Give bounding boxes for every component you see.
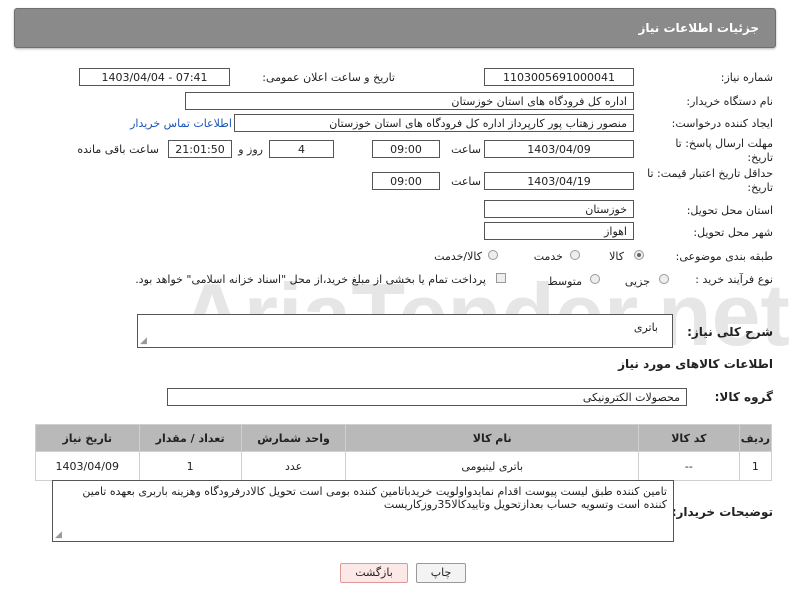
col-header-row-number: ردیف (738, 424, 773, 452)
process-radio-minor[interactable] (659, 274, 669, 284)
cell-unit: عدد (240, 451, 347, 481)
province-field: خوزستان (484, 200, 634, 218)
goods-group-field: محصولات الکترونیکی (167, 388, 687, 406)
goods-group-label: گروه کالا: (714, 390, 773, 404)
goods-table: ردیف کد کالا نام کالا واحد شمارش تعداد /… (35, 424, 773, 481)
buyer-notes-label: توضیحات خریدار: (671, 505, 773, 519)
process-label: نوع فرآیند خرید : (695, 273, 773, 286)
cell-goods-code: -- (638, 451, 740, 481)
announce-date-label: تاریخ و ساعت اعلان عمومی: (262, 71, 395, 84)
deadline-label: مهلت ارسال پاسخ: تا تاریخ: (675, 137, 773, 164)
category-label: طبقه بندی موضوعی: (675, 250, 773, 263)
category-option-goods: کالا (609, 250, 624, 263)
announce-date-field: 1403/04/04 - 07:41 (79, 68, 230, 86)
resize-grip-icon: ◢ (55, 530, 62, 540)
need-number-field: 1103005691000041 (484, 68, 634, 86)
buyer-notes-value: تامین کننده طبق لیست پیوست اقدام نمایدوا… (82, 485, 667, 511)
buyer-contact-link[interactable]: اطلاعات تماس خریدار (130, 117, 232, 130)
table-row: 1 -- باتری لیتیومی عدد 1 1403/04/09 (35, 451, 773, 481)
province-label: استان محل تحویل: (686, 204, 773, 217)
process-option-medium: متوسط (547, 275, 582, 288)
remaining-time-label: ساعت باقی مانده (77, 143, 159, 156)
city-label: شهر محل تحویل: (693, 226, 773, 239)
validity-label: حداقل تاریخ اعتبار قیمت: تا تاریخ: (647, 167, 773, 194)
deadline-date-field: 1403/04/09 (484, 140, 634, 158)
cell-need-date: 1403/04/09 (35, 451, 140, 481)
col-header-unit: واحد شمارش (240, 424, 347, 452)
deadline-time-label: ساعت (451, 143, 481, 156)
creator-field: منصور زهتاب پور کارپرداز اداره کل فرودگا… (234, 114, 634, 132)
resize-grip-icon: ◢ (140, 336, 147, 346)
payment-note: پرداخت تمام یا بخشی از مبلغ خرید،از محل … (135, 273, 486, 286)
description-value: باتری (633, 321, 658, 334)
validity-date-field: 1403/04/19 (484, 172, 634, 190)
col-header-need-date: تاریخ نیاز (35, 424, 140, 452)
remaining-time-field: 21:01:50 (168, 140, 232, 158)
category-option-service: خدمت (533, 250, 563, 263)
col-header-goods-code: کد کالا (638, 424, 740, 452)
payment-treasury-checkbox[interactable] (496, 273, 506, 283)
cell-goods-name: باتری لیتیومی (345, 451, 639, 481)
table-header-row: ردیف کد کالا نام کالا واحد شمارش تعداد /… (35, 424, 773, 452)
process-option-minor: جزیی (624, 275, 650, 288)
city-field: اهواز (484, 222, 634, 240)
validity-time-field: 09:00 (372, 172, 440, 190)
buyer-org-field: اداره کل فرودگاه های استان خوزستان (185, 92, 634, 110)
process-radio-medium[interactable] (590, 274, 600, 284)
need-number-label: شماره نیاز: (720, 71, 773, 84)
page-header: جزئیات اطلاعات نیاز (14, 8, 776, 48)
description-textarea[interactable]: باتری ◢ (137, 314, 673, 348)
days-remaining-field: 4 (269, 140, 334, 158)
category-option-goods-service: کالا/خدمت (434, 250, 482, 263)
back-button[interactable]: بازگشت (340, 563, 408, 583)
category-radio-goods-service[interactable] (488, 250, 498, 260)
deadline-time-field: 09:00 (372, 140, 440, 158)
cell-quantity: 1 (138, 451, 242, 481)
buyer-org-label: نام دستگاه خریدار: (686, 95, 773, 108)
buyer-notes-textarea[interactable]: تامین کننده طبق لیست پیوست اقدام نمایدوا… (52, 480, 674, 542)
validity-time-label: ساعت (451, 175, 481, 188)
goods-section-title: اطلاعات کالاهای مورد نیاز (618, 357, 773, 371)
col-header-quantity: تعداد / مقدار (138, 424, 242, 452)
description-label: شرح کلی نیاز: (687, 325, 773, 339)
col-header-goods-name: نام کالا (345, 424, 639, 452)
creator-label: ایجاد کننده درخواست: (671, 117, 773, 130)
page-title: جزئیات اطلاعات نیاز (638, 21, 759, 35)
days-label: روز و (238, 143, 263, 156)
category-radio-service[interactable] (570, 250, 580, 260)
cell-row-number: 1 (738, 451, 773, 481)
category-radio-goods[interactable] (634, 250, 644, 260)
print-button[interactable]: چاپ (416, 563, 466, 583)
